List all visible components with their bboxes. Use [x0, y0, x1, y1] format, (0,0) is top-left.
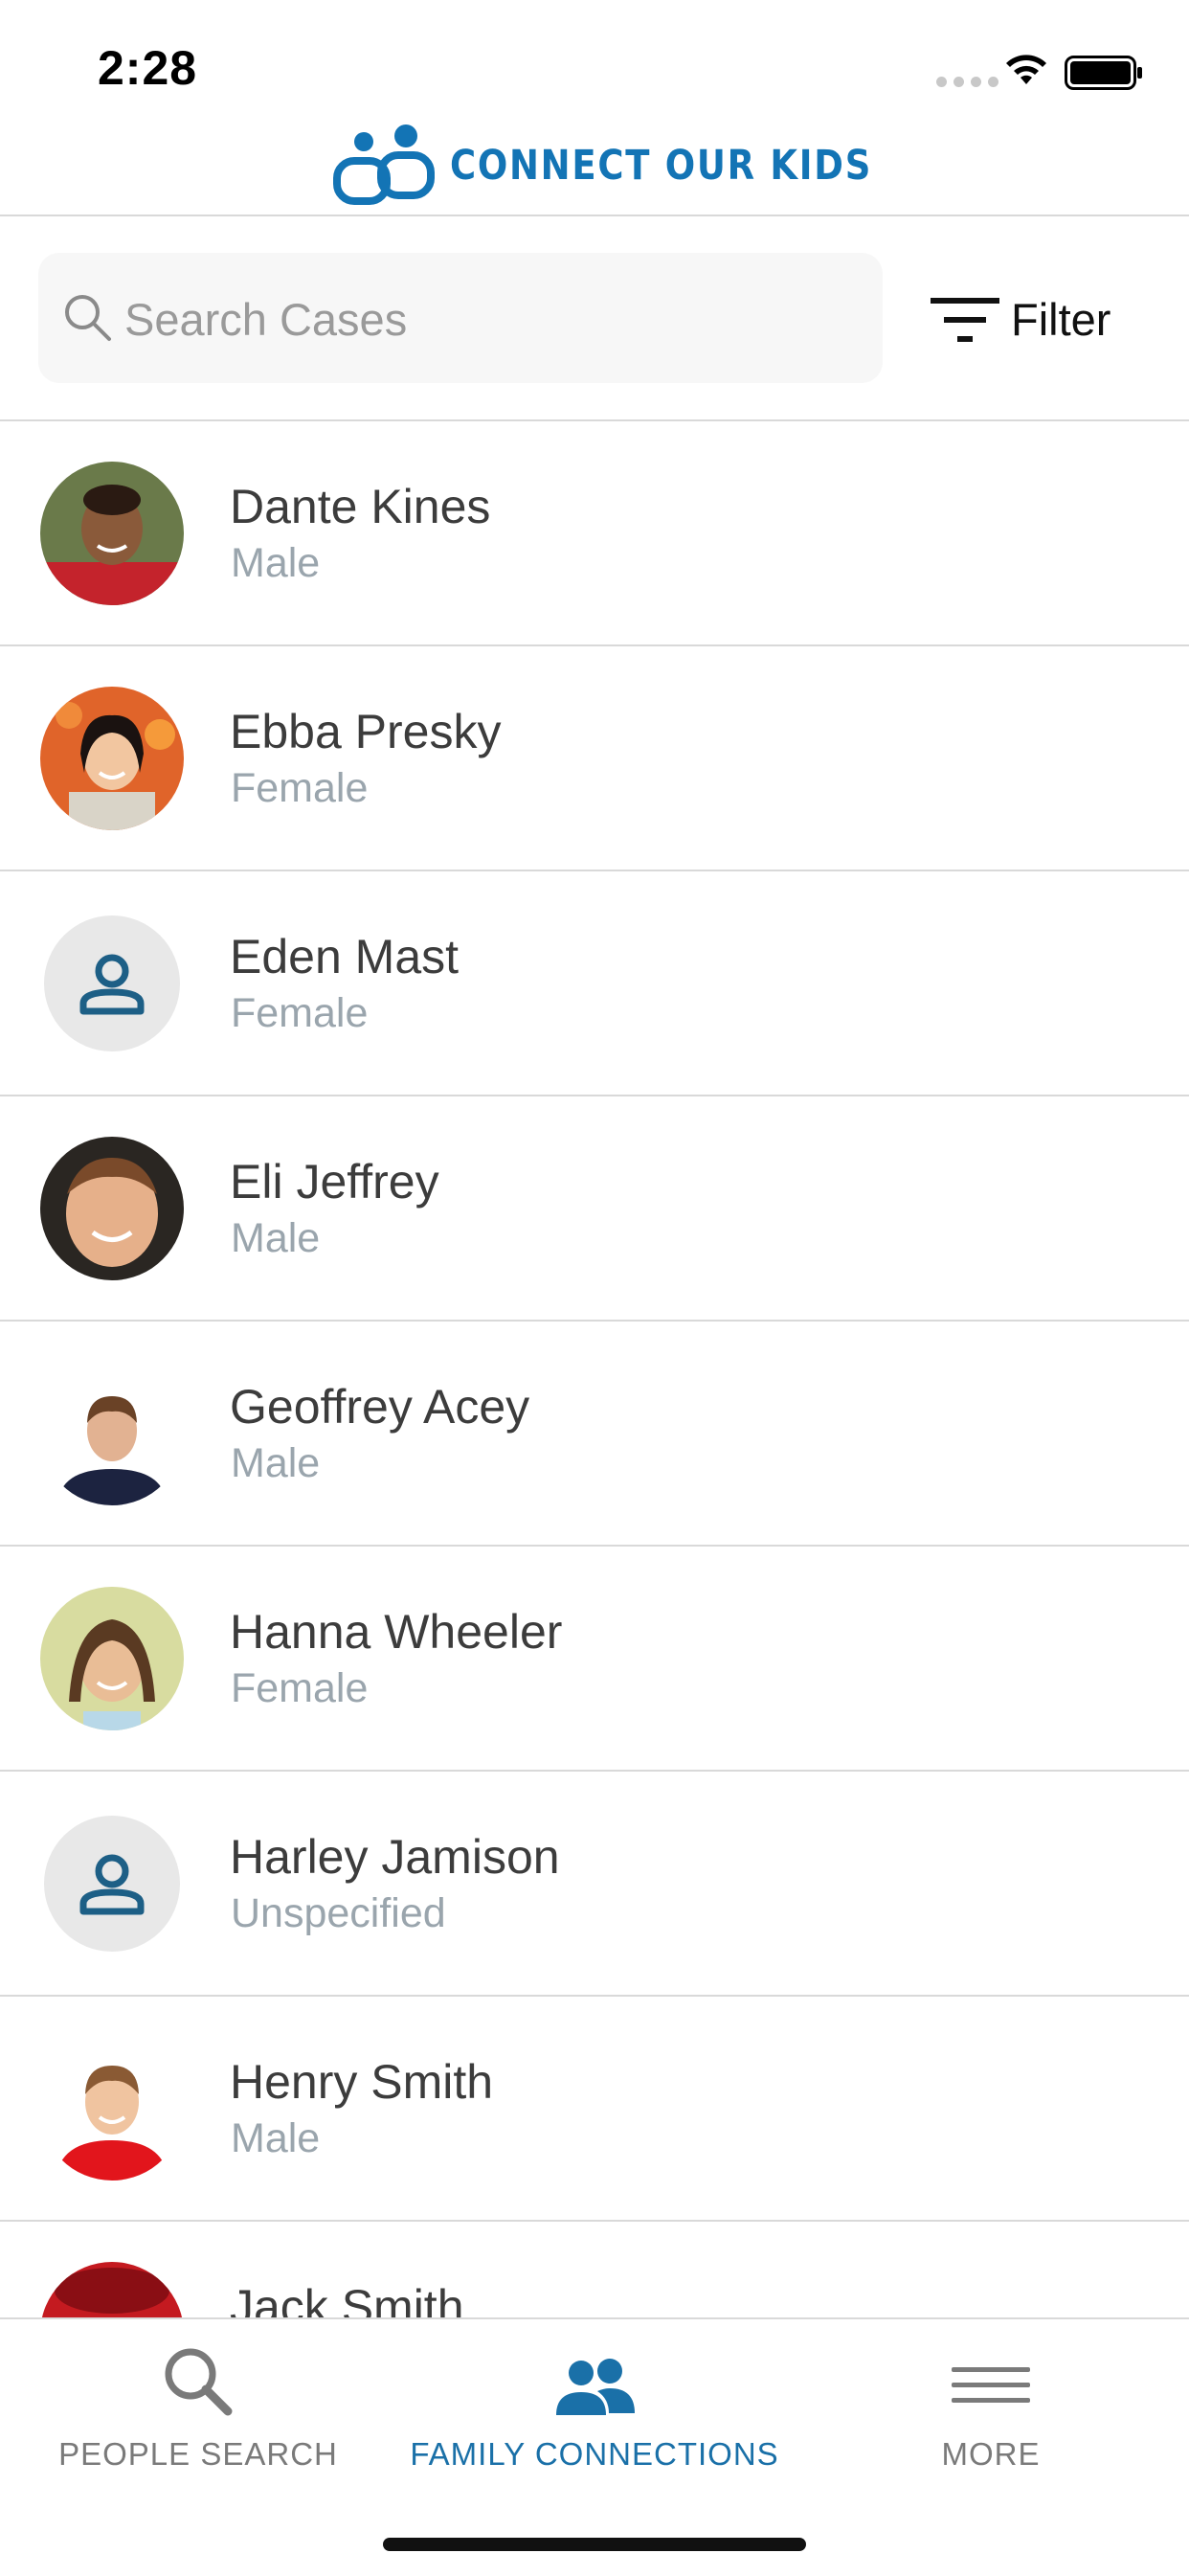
list-item[interactable]: Henry Smith Male	[0, 1997, 1189, 2222]
search-icon	[165, 2348, 233, 2416]
case-gender: Female	[231, 990, 369, 1036]
case-name: Eden Mast	[230, 930, 460, 983]
case-gender: Male	[231, 540, 321, 586]
status-time: 2:28	[98, 41, 198, 95]
search-input[interactable]	[123, 282, 854, 356]
case-gender: Unspecified	[231, 1890, 446, 1936]
list-item[interactable]: Jack Smith	[0, 2222, 1189, 2317]
filter-label: Filter	[1011, 294, 1111, 345]
wifi-icon	[1006, 55, 1046, 84]
case-name: Geoffrey Acey	[230, 1380, 530, 1434]
case-name: Jack Smith	[230, 2280, 464, 2317]
list-item[interactable]: Harley Jamison Unspecified	[0, 1772, 1189, 1997]
logo-icon	[333, 124, 435, 205]
tab-people-search[interactable]: PEOPLE SEARCH	[0, 2319, 396, 2492]
status-bar: 2:28	[0, 0, 1189, 115]
list-item[interactable]: Geoffrey Acey Male	[0, 1322, 1189, 1547]
case-gender: Male	[231, 1440, 321, 1486]
person-placeholder-icon	[44, 915, 180, 1051]
tab-family-connections[interactable]: FAMILY CONNECTIONS	[396, 2319, 793, 2492]
search-icon	[65, 295, 111, 341]
filter-icon	[931, 297, 999, 342]
case-name: Ebba Presky	[230, 705, 502, 758]
people-icon	[556, 2359, 635, 2415]
app-header: CONNECT OUR KIDS	[0, 115, 1189, 216]
battery-icon	[1065, 56, 1142, 90]
case-name: Dante Kines	[230, 480, 491, 533]
case-name: Harley Jamison	[230, 1830, 560, 1884]
connect-our-kids-logo: CONNECT OUR KIDS	[331, 121, 941, 211]
avatar	[40, 2262, 184, 2317]
list-item[interactable]: Dante Kines Male	[0, 421, 1189, 646]
home-indicator[interactable]	[383, 2538, 806, 2551]
list-item[interactable]: Ebba Presky Female	[0, 646, 1189, 871]
avatar	[40, 1587, 184, 1730]
avatar	[40, 2037, 184, 2181]
avatar	[40, 1137, 184, 1280]
avatar	[40, 687, 184, 830]
avatar	[40, 1362, 184, 1505]
avatar	[40, 1812, 184, 1955]
search-bar-row: Filter	[0, 216, 1189, 421]
tab-more[interactable]: MORE	[793, 2319, 1189, 2492]
case-gender: Male	[231, 2115, 321, 2161]
case-name: Eli Jeffrey	[230, 1155, 439, 1209]
logo-text: CONNECT OUR KIDS	[450, 142, 873, 190]
case-gender: Female	[231, 765, 369, 811]
tab-label: MORE	[941, 2436, 1041, 2472]
menu-icon	[952, 2367, 1030, 2403]
list-item[interactable]: Eli Jeffrey Male	[0, 1096, 1189, 1322]
search-box[interactable]	[38, 253, 883, 383]
list-item[interactable]: Eden Mast Female	[0, 871, 1189, 1096]
person-placeholder-icon	[44, 1816, 180, 1952]
case-list[interactable]: Dante Kines Male Ebba Presky Female Eden…	[0, 421, 1189, 2317]
case-name: Hanna Wheeler	[230, 1605, 563, 1659]
case-name: Henry Smith	[230, 2055, 494, 2109]
list-item[interactable]: Hanna Wheeler Female	[0, 1547, 1189, 1772]
case-gender: Female	[231, 1665, 369, 1711]
filter-button[interactable]: Filter	[931, 293, 1110, 346]
case-gender: Male	[231, 1215, 321, 1261]
avatar	[40, 912, 184, 1055]
tab-label: PEOPLE SEARCH	[58, 2436, 338, 2472]
signal-icon	[936, 77, 998, 87]
tab-bar: PEOPLE SEARCH FAMILY CONNECTIONS MORE	[0, 2317, 1189, 2576]
tab-label: FAMILY CONNECTIONS	[410, 2436, 779, 2472]
avatar	[40, 462, 184, 605]
